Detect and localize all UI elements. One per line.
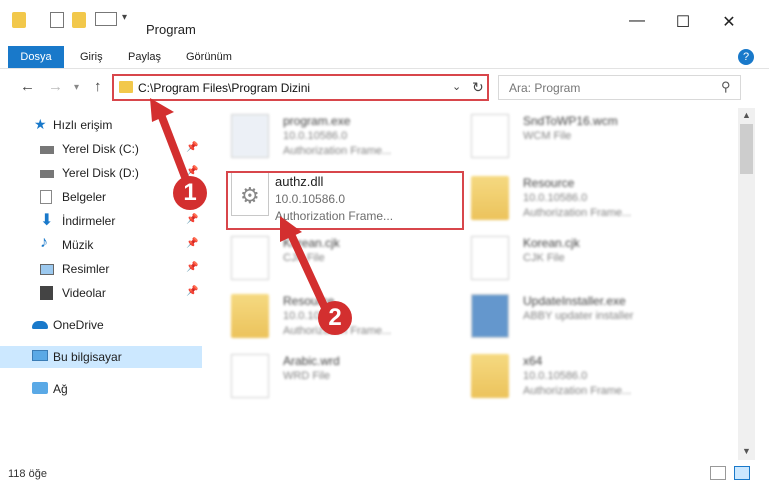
step-1-badge: 1 xyxy=(173,176,207,210)
arrow-2 xyxy=(286,230,330,312)
step-2-badge: 2 xyxy=(318,301,352,335)
annotation-arrows xyxy=(150,98,330,312)
